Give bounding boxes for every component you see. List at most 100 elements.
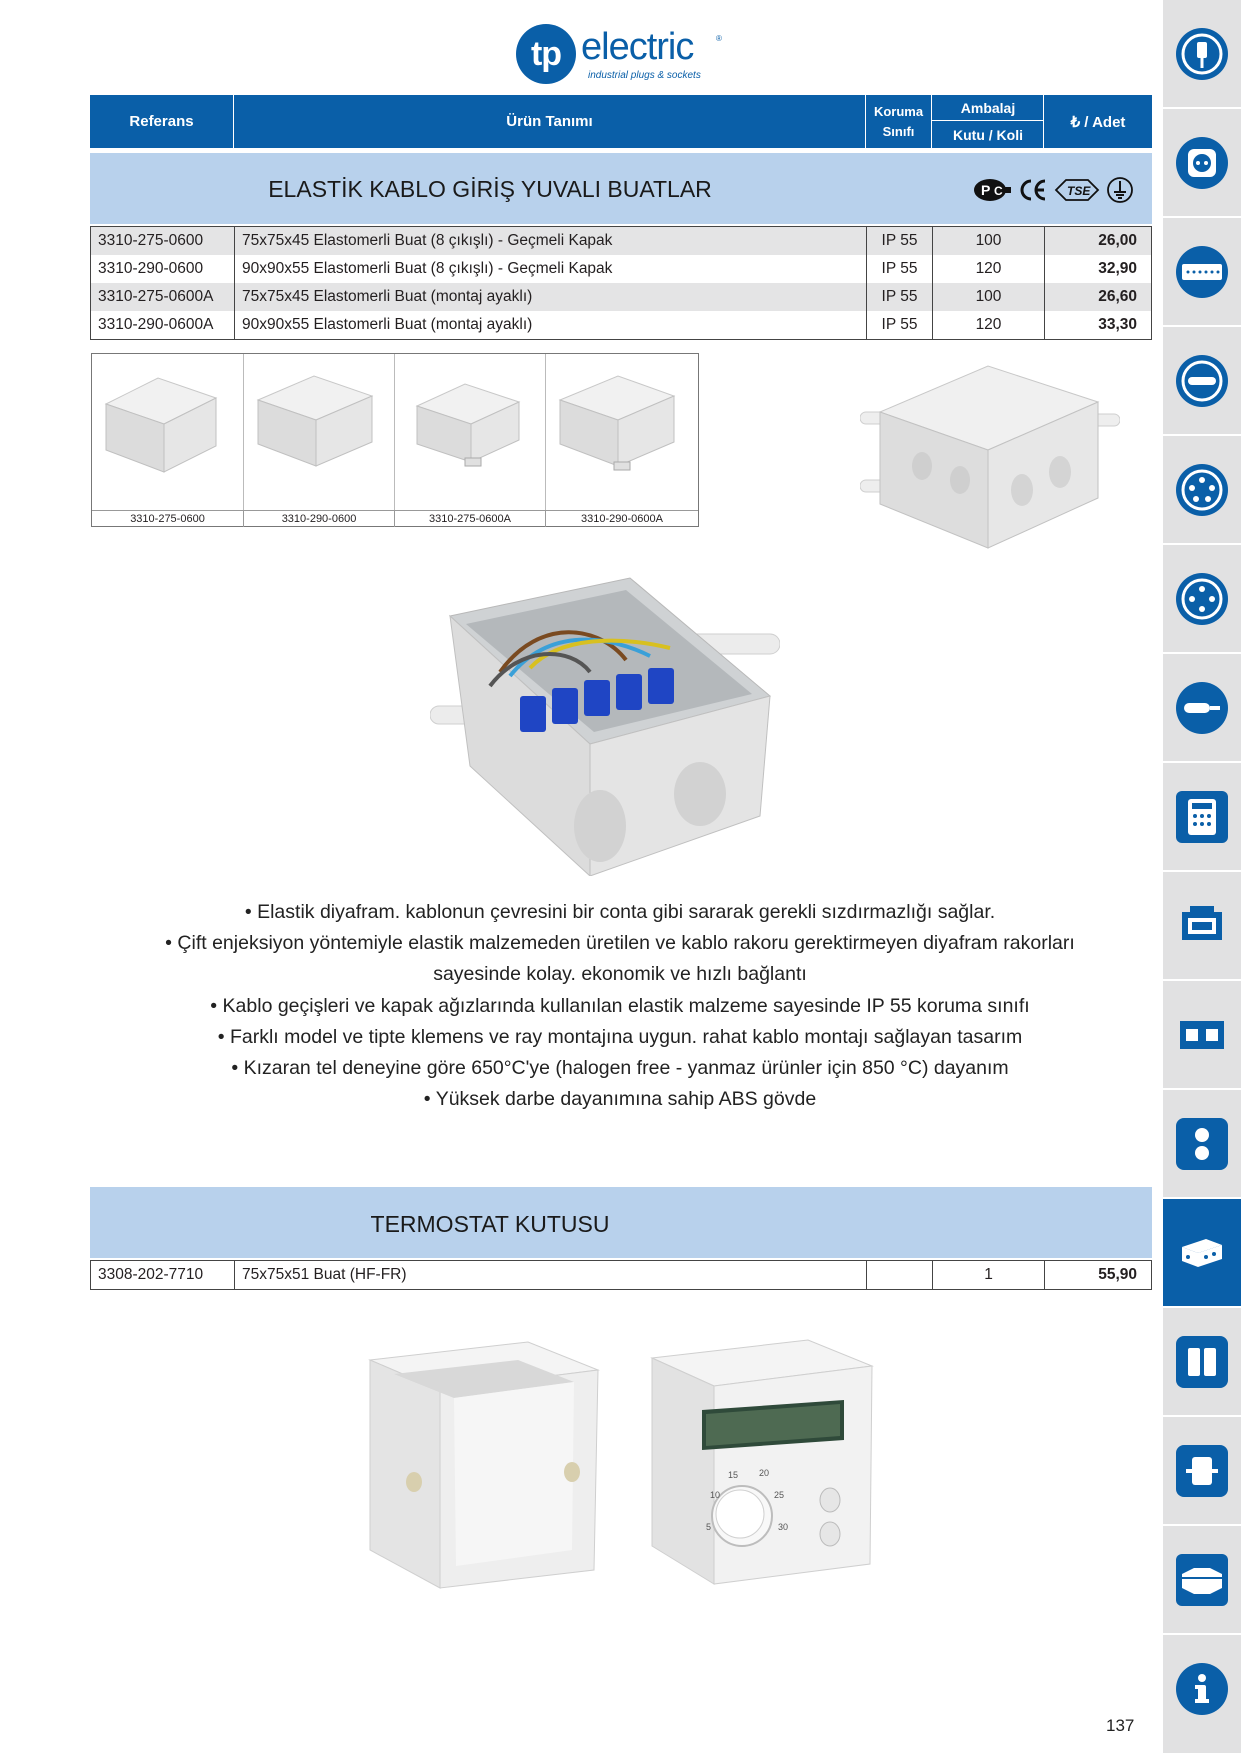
- wall-box-icon: [1176, 1009, 1228, 1061]
- sidebar-item-frames[interactable]: [1163, 1308, 1241, 1416]
- feature-bullet-list: • Elastik diyafram. kablonun çevresini b…: [110, 897, 1130, 1115]
- thumbnail-label: 3310-275-0600: [92, 510, 244, 527]
- feature-bullet: sayesinde kolay. ekonomik ve hızlı bağla…: [433, 963, 807, 986]
- feature-bullet: • Elastik diyafram. kablonun çevresini b…: [244, 901, 996, 923]
- sidebar-item-switches[interactable]: [1163, 1090, 1241, 1198]
- table-row: 3308-202-7710 75x75x51 Buat (HF-FR) 1 55…: [91, 1261, 1151, 1289]
- header-packaging-sub: Kutu / Koli: [953, 127, 1023, 143]
- page-number: 137: [1106, 1716, 1135, 1735]
- cell-protection: IP 55: [867, 311, 933, 339]
- cell-protection: IP 55: [867, 255, 933, 283]
- sidebar-item-cable-plugs[interactable]: [1163, 654, 1241, 762]
- thumbnail-image: [244, 354, 395, 510]
- info-icon: [1176, 1663, 1228, 1715]
- section-title: ELASTİK KABLO GİRİŞ YUVALI BUATLAR: [268, 176, 712, 202]
- cell-packaging: 120: [933, 255, 1045, 283]
- ce-mark-icon: [1018, 177, 1048, 203]
- sidebar-item-cable-trays[interactable]: [1163, 1526, 1241, 1634]
- feature-bullet: • Kablo geçişleri ve kapak ağızlarında k…: [210, 994, 1030, 1017]
- thumbnail-image: [546, 354, 698, 510]
- table-row: 3310-275-0600A 75x75x45 Elastomerli Buat…: [91, 283, 1151, 311]
- feature-bullet: • Çift enjeksiyon yöntemiyle elastik mal…: [165, 932, 1075, 955]
- sidebar-item-round-boxes[interactable]: [1163, 1417, 1241, 1525]
- header-price: ₺ / Adet: [1070, 113, 1126, 131]
- tse-mark-icon: TSE: [1054, 177, 1100, 203]
- cell-price: 55,90: [1098, 1266, 1137, 1283]
- logo-word: electric: [581, 26, 694, 68]
- thermostat-product-table: 3308-202-7710 75x75x51 Buat (HF-FR) 1 55…: [90, 1260, 1152, 1290]
- cell-packaging: 120: [933, 311, 1045, 339]
- thumbnail-label: 3310-290-0600: [244, 510, 395, 527]
- section-title: TERMOSTAT KUTUSU: [370, 1211, 610, 1237]
- logo-mark: tp: [530, 35, 562, 73]
- category-sidebar: [1163, 0, 1241, 1754]
- dial-number: 25: [774, 1490, 784, 1500]
- enclosure-icon: [1176, 900, 1228, 952]
- cee-plug-icon: [1176, 355, 1228, 407]
- thumbnail-label: 3310-290-0600A: [546, 510, 698, 527]
- svg-text:TSE: TSE: [1067, 184, 1091, 198]
- table-row: 3310-290-0600A 90x90x55 Elastomerli Buat…: [91, 311, 1151, 339]
- feature-bullet: • Yüksek darbe dayanımına sahip ABS gövd…: [423, 1088, 817, 1111]
- dial-number: 15: [728, 1470, 738, 1480]
- double-frame-icon: [1176, 1336, 1228, 1388]
- table-row: 3310-275-0600 75x75x45 Elastomerli Buat …: [91, 227, 1151, 255]
- table-row: 3310-290-0600 90x90x55 Elastomerli Buat …: [91, 255, 1151, 283]
- cell-description: 75x75x45 Elastomerli Buat (8 çıkışlı) - …: [235, 227, 867, 255]
- cable-tray-icon: [1176, 1554, 1228, 1606]
- logo-tagline: industrial plugs & sockets: [588, 70, 701, 81]
- switch-icon: [1176, 1118, 1228, 1170]
- cell-reference: 3310-275-0600A: [91, 283, 235, 311]
- dial-number: 30: [778, 1522, 788, 1532]
- sidebar-item-cee-socket-4[interactable]: [1163, 545, 1241, 653]
- cable-plug-icon: [1176, 682, 1228, 734]
- header-protection-line2: Sınıfı: [882, 123, 915, 139]
- sidebar-item-sockets[interactable]: [1163, 109, 1241, 217]
- feature-bullet: • Farklı model ve tipte klemens ve ray m…: [217, 1025, 1023, 1048]
- cell-packaging: 100: [933, 283, 1045, 311]
- dial-number: 10: [710, 1490, 720, 1500]
- header-packaging: Ambalaj Kutu / Koli: [932, 95, 1044, 148]
- sidebar-item-wall-boxes[interactable]: [1163, 981, 1241, 1089]
- connector-strip-icon: [1176, 246, 1228, 298]
- sidebar-item-connector-strips[interactable]: [1163, 218, 1241, 326]
- feature-bullet: • Kızaran tel deneyine göre 650°C'ye (ha…: [231, 1057, 1009, 1080]
- sidebar-item-cee-socket-5[interactable]: [1163, 436, 1241, 544]
- svg-text:C: C: [994, 184, 1003, 198]
- sidebar-item-cee-plugs[interactable]: [1163, 327, 1241, 435]
- elastic-product-table: 3310-275-0600 75x75x45 Elastomerli Buat …: [90, 226, 1152, 340]
- sidebar-item-junction-boxes[interactable]: [1163, 1199, 1241, 1307]
- brand-logo: tp electric ® industrial plugs & sockets: [516, 22, 726, 86]
- sidebar-item-plugs[interactable]: [1163, 0, 1241, 108]
- plug-icon: [1176, 28, 1228, 80]
- section-bar-elastic: ELASTİK KABLO GİRİŞ YUVALI BUATLAR PC TS…: [90, 153, 1152, 224]
- cell-description: 90x90x55 Elastomerli Buat (montaj ayaklı…: [235, 311, 867, 339]
- sidebar-item-info[interactable]: [1163, 1635, 1241, 1754]
- header-protection-line1: Koruma: [873, 103, 924, 119]
- ground-mark-icon: [1106, 177, 1134, 203]
- thermostat-device-photo: 15 20 10 25 5 30: [644, 1338, 876, 1586]
- svg-text:P: P: [981, 182, 990, 198]
- header-reference: Referans: [90, 95, 234, 148]
- thumbnail-image: [395, 354, 546, 510]
- cell-description: 75x75x45 Elastomerli Buat (montaj ayaklı…: [235, 283, 867, 311]
- header-protection: Koruma Sınıfı: [866, 95, 932, 148]
- cee-socket-4pin-icon: [1176, 573, 1228, 625]
- junction-box-icon: [1176, 1227, 1228, 1279]
- cee-socket-5pin-icon: [1176, 464, 1228, 516]
- product-thumbnail-strip: 3310-275-0600 3310-290-0600 3310-275-060…: [91, 353, 699, 527]
- cell-reference: 3310-275-0600: [91, 227, 235, 255]
- socket-icon: [1176, 137, 1228, 189]
- header-description: Ürün Tanımı: [234, 95, 866, 148]
- dial-number: 20: [759, 1468, 769, 1478]
- sidebar-item-distribution[interactable]: [1163, 763, 1241, 871]
- cell-price: 32,90: [1098, 260, 1137, 277]
- open-junction-box-photo: [429, 576, 781, 878]
- pct-mark-icon: PC: [972, 177, 1012, 203]
- section-bar-thermostat: TERMOSTAT KUTUSU: [90, 1187, 1152, 1258]
- cell-packaging: 100: [933, 227, 1045, 255]
- sidebar-item-enclosures[interactable]: [1163, 872, 1241, 980]
- cell-price: 26,00: [1098, 232, 1137, 249]
- table-header: Referans Ürün Tanımı Koruma Sınıfı Ambal…: [90, 95, 1152, 148]
- cell-protection: IP 55: [867, 227, 933, 255]
